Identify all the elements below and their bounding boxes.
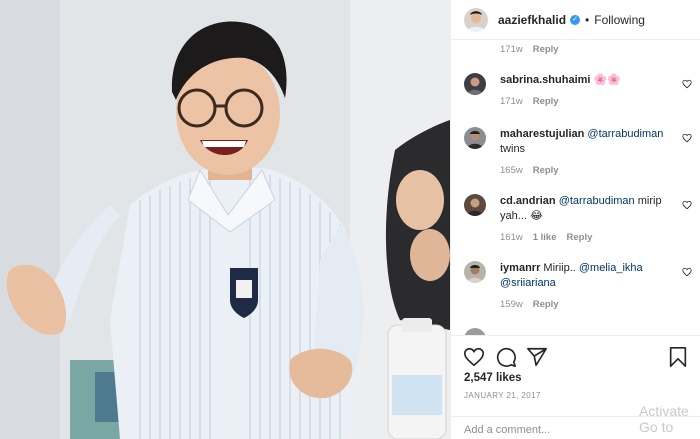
comment-meta: 161w 1 like Reply [500, 230, 678, 245]
action-icons-row [463, 346, 689, 368]
comment-text: twins [500, 143, 526, 155]
comment-time: 171w [500, 44, 523, 55]
verified-badge-icon: ✓ [570, 14, 581, 25]
header-separator: • [585, 12, 590, 27]
share-icon[interactable] [526, 346, 548, 368]
comment-time: 159w [500, 299, 523, 310]
comment-username[interactable]: maharestujulian [500, 128, 584, 140]
reply-button[interactable]: Reply [567, 232, 593, 243]
reply-button[interactable]: Reply [533, 165, 559, 176]
comment-time: 161w [500, 232, 523, 243]
avatar[interactable] [464, 73, 486, 95]
comment-body: iymanrr Miriip.. @melia_ikha @sriiariana… [500, 261, 678, 312]
comment-time: 171w [500, 96, 523, 107]
comment-meta: 159w Reply [500, 297, 678, 312]
like-comment-heart-icon[interactable] [682, 200, 692, 210]
like-comment-heart-icon[interactable] [682, 133, 692, 143]
post-date: JANUARY 21, 2017 [464, 391, 541, 400]
likes-count[interactable]: 2,547 likes [464, 372, 522, 384]
comment-meta: 165w Reply [500, 163, 678, 178]
reply-button[interactable]: Reply [533, 299, 559, 310]
comment-text: 🌸🌸 [593, 74, 621, 86]
comment-meta: 171w Reply [500, 94, 678, 109]
activate-windows-watermark: Activate Go to [639, 403, 689, 435]
comment-username[interactable]: cd.andrian [500, 195, 556, 207]
watermark-line-1: Activate [639, 403, 689, 419]
avatar[interactable] [464, 127, 486, 149]
comment-meta: 171w Reply [500, 42, 678, 57]
heart-icon[interactable] [463, 346, 485, 368]
comment-mention-link[interactable]: @sriiariana [500, 277, 556, 289]
reply-button[interactable]: Reply [533, 96, 559, 107]
post-header: aaziefkhalid ✓ • Following [451, 0, 700, 40]
comment-mention-link[interactable]: @tarrabudiman [559, 195, 635, 207]
like-comment-heart-icon[interactable] [682, 79, 692, 89]
comment-icon[interactable] [495, 346, 517, 368]
avatar[interactable] [464, 261, 486, 283]
comment-mention-link[interactable]: @tarrabudiman [587, 128, 663, 140]
watermark-line-2: Go to [639, 419, 674, 435]
following-button[interactable]: Following [594, 13, 645, 27]
comment-username[interactable]: iymanrr [500, 262, 540, 274]
comment-body: maharestujulian @tarrabudiman twins 165w… [500, 127, 678, 178]
photo-illustration [0, 0, 450, 439]
comment-body: sabrina.shuhaimi 🌸🌸 171w Reply [500, 73, 678, 109]
comment-time: 165w [500, 165, 523, 176]
comment-text: Miriip.. [543, 262, 576, 274]
avatar[interactable] [464, 7, 488, 32]
avatar[interactable] [464, 194, 486, 216]
comment-body: 171w Reply [500, 42, 678, 57]
comments-list[interactable]: 171w Reply sabrina.shuhaimi 🌸🌸 171w Reply [451, 40, 700, 335]
comment-mention-link[interactable]: @melia_ikha [579, 262, 643, 274]
post-details-panel: aaziefkhalid ✓ • Following 171w Reply sab… [450, 0, 700, 439]
header-username[interactable]: aaziefkhalid [498, 13, 566, 27]
comment-body: cd.andrian @tarrabudiman mirip yah... 😂 … [500, 194, 678, 245]
post-photo[interactable] [0, 0, 450, 439]
bookmark-icon[interactable] [667, 346, 689, 368]
comment-username[interactable]: sabrina.shuhaimi [500, 74, 590, 86]
like-comment-heart-icon[interactable] [682, 267, 692, 277]
reply-button[interactable]: Reply [533, 44, 559, 55]
comment-likes-count[interactable]: 1 like [533, 232, 557, 243]
avatar[interactable] [464, 328, 486, 335]
